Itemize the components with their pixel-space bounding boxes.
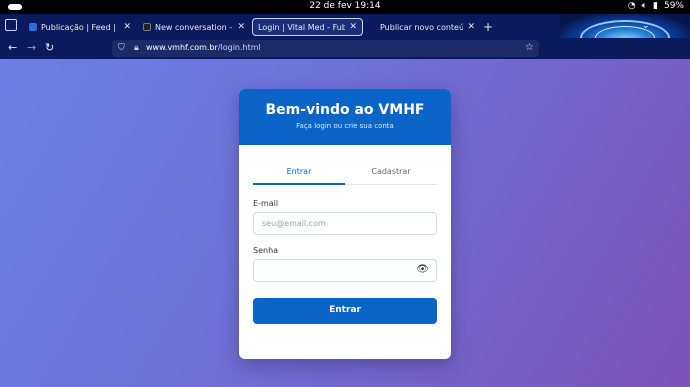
volume-icon: 🔈︎ (641, 1, 648, 11)
grok-icon (143, 23, 151, 31)
tab-linkedin[interactable]: Publicação | Feed | LinkedIn ✕ (24, 18, 136, 36)
login-button[interactable]: Entrar (253, 298, 437, 324)
tab-overview-icon[interactable] (5, 19, 17, 31)
wifi-icon: ◔ (627, 1, 636, 11)
close-icon[interactable]: ✕ (467, 22, 475, 32)
close-icon[interactable]: ✕ (237, 22, 245, 32)
system-bar: 22 de fev 19:14 ◔ 🔈︎ ▮ 59% (0, 0, 690, 14)
clock[interactable]: 22 de fev 19:14 (0, 1, 690, 11)
url-host: www.vmhf.com.br (146, 43, 218, 52)
lock-icon[interactable]: 🔒︎ (134, 43, 139, 53)
email-field[interactable]: seu@email.com (253, 212, 437, 235)
shield-icon[interactable]: ⛉ (118, 43, 125, 53)
tab-cadastrar[interactable]: Cadastrar (345, 167, 437, 176)
tab-list-chevron-icon[interactable]: ⌄ (642, 21, 650, 31)
card-header: Bem-vindo ao VMHF Faça login ou crie sua… (239, 89, 451, 145)
tab-label: Login | Vital Med - Fuben (258, 22, 346, 32)
page-subtitle: Faça login ou crie sua conta (296, 122, 394, 130)
tab-publicar[interactable]: Publicar novo conteúdo · ✕ (375, 18, 480, 36)
auth-tabs: Entrar Cadastrar (253, 164, 437, 185)
password-field[interactable]: 👁︎ (253, 259, 437, 282)
reload-icon[interactable]: ↻ (45, 41, 54, 54)
tab-bar: Publicação | Feed | LinkedIn ✕ New conve… (0, 14, 690, 61)
login-card: Bem-vindo ao VMHF Faça login ou crie sua… (239, 89, 451, 359)
email-label: E-mail (253, 199, 279, 208)
close-icon[interactable]: ✕ (349, 22, 357, 32)
forward-icon[interactable]: → (27, 41, 36, 54)
new-tab-button[interactable]: + (483, 20, 493, 34)
close-icon[interactable]: ✕ (123, 22, 131, 32)
tab-label: Publicar novo conteúdo · (380, 22, 464, 32)
tab-grok[interactable]: New conversation - Grok ✕ (138, 18, 250, 36)
password-label: Senha (253, 246, 279, 255)
back-icon[interactable]: ← (8, 41, 17, 54)
system-status[interactable]: ◔ 🔈︎ ▮ 59% (628, 1, 684, 11)
tab-entrar[interactable]: Entrar (253, 167, 345, 176)
bookmark-star-icon[interactable]: ☆ (525, 42, 534, 53)
tab-label: Publicação | Feed | LinkedIn (41, 22, 119, 32)
address-bar[interactable]: ⛉ 🔒︎ www.vmhf.com.br/login.html ☆ (112, 40, 539, 57)
active-tab-indicator (253, 183, 345, 185)
eye-icon[interactable]: 👁︎ (416, 264, 429, 275)
url-text[interactable]: www.vmhf.com.br/login.html (146, 43, 261, 52)
email-placeholder: seu@email.com (262, 219, 326, 228)
page-background: Bem-vindo ao VMHF Faça login ou crie sua… (0, 59, 690, 387)
tab-login-active[interactable]: Login | Vital Med - Fuben ✕ (252, 18, 363, 36)
nav-bar: ← → ↻ ⛉ 🔒︎ www.vmhf.com.br/login.html ☆ (0, 38, 690, 59)
battery-percent: 59% (663, 1, 684, 11)
battery-icon: ▮ (653, 1, 658, 11)
tab-label: New conversation - Grok (155, 22, 233, 32)
url-path: /login.html (217, 43, 261, 52)
linkedin-icon (29, 23, 37, 31)
page-title: Bem-vindo ao VMHF (265, 102, 425, 118)
